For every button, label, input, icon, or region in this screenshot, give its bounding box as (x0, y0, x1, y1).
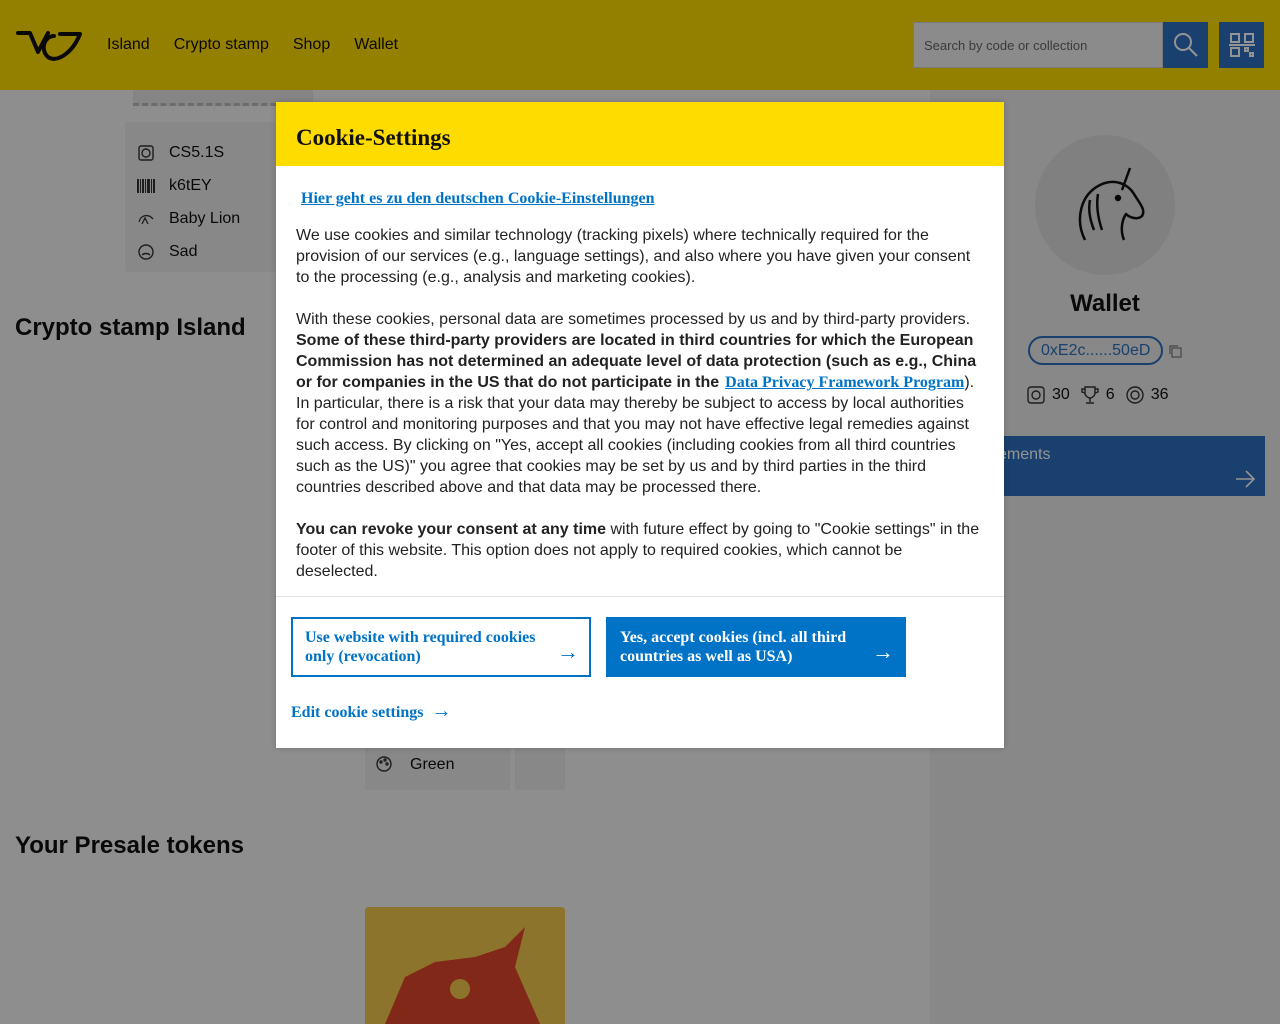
dialog-divider (276, 596, 1004, 597)
paragraph-text: In particular, there is a risk that your… (296, 395, 969, 496)
required-cookies-only-button[interactable]: Use website with required cookies only (… (291, 617, 591, 677)
cookie-paragraph-2: With these cookies, personal data are so… (296, 311, 977, 496)
cookie-paragraph-3: You can revoke your consent at any time … (296, 519, 984, 582)
arrow-right-icon: → (431, 700, 452, 722)
dialog-body: Hier geht es zu den deutschen Cookie-Ein… (276, 166, 1004, 582)
cookie-paragraph-1: We use cookies and similar technology (t… (296, 227, 971, 286)
german-settings-link[interactable]: Hier geht es zu den deutschen Cookie-Ein… (301, 188, 655, 209)
button-label: Yes, accept cookies (incl. all third cou… (620, 629, 847, 665)
arrow-right-icon: → (557, 639, 579, 664)
button-label: Use website with required cookies only (… (305, 629, 536, 665)
dialog-title: Cookie-Settings (276, 102, 1004, 166)
paragraph-text: With these cookies, personal data are so… (296, 311, 971, 328)
accept-all-cookies-button[interactable]: Yes, accept cookies (incl. all third cou… (606, 617, 906, 677)
paragraph-bold-text: You can revoke your consent at any time (296, 521, 607, 538)
edit-link-label: Edit cookie settings (291, 704, 424, 721)
data-privacy-framework-link[interactable]: Data Privacy Framework Program (725, 374, 964, 391)
arrow-right-icon: → (872, 639, 894, 664)
cookie-settings-dialog: Cookie-Settings Hier geht es zu den deut… (276, 102, 1004, 748)
edit-cookie-settings-link[interactable]: Edit cookie settings → (291, 700, 451, 723)
